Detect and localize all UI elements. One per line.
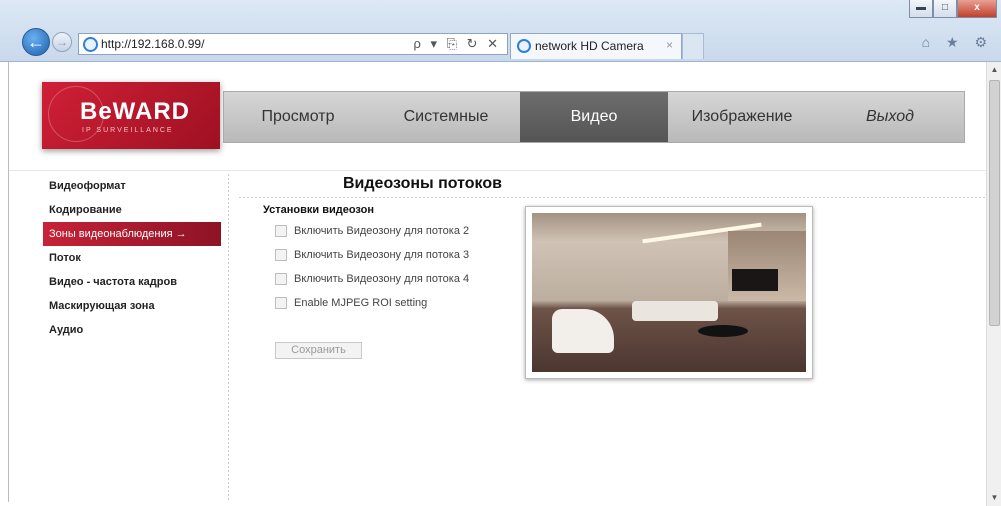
camera-preview-image: [532, 213, 806, 372]
scroll-down-icon[interactable]: ▼: [987, 490, 1001, 506]
scroll-thumb[interactable]: [989, 80, 1000, 326]
browser-chrome: ▬ □ x ← → http://192.168.0.99/ ρ ▾ ⎘ ↻ ✕…: [0, 0, 1001, 62]
checkbox-row-stream-3: Включить Видеозону для потока 3: [275, 249, 469, 261]
scene-tv: [732, 269, 778, 291]
scroll-up-icon[interactable]: ▲: [987, 62, 1001, 78]
checkbox-label: Включить Видеозону для потока 2: [294, 225, 470, 237]
maximize-button[interactable]: □: [933, 0, 957, 18]
menu-item-logout[interactable]: Выход: [816, 92, 964, 142]
checkbox-stream-2[interactable]: [275, 225, 287, 237]
section-title: Установки видеозон: [263, 204, 374, 216]
title-divider: [239, 197, 987, 198]
address-bar[interactable]: http://192.168.0.99/ ρ ▾ ⎘ ↻ ✕: [78, 33, 508, 55]
checkbox-label: Включить Видеозону для потока 3: [294, 249, 470, 261]
window-controls: ▬ □ x: [909, 0, 997, 18]
menu-item-system[interactable]: Системные: [372, 92, 520, 142]
save-button[interactable]: Сохранить: [275, 342, 362, 359]
vertical-scrollbar[interactable]: ▲ ▼: [986, 62, 1001, 506]
ie-page-icon: [83, 37, 98, 52]
close-window-button[interactable]: x: [957, 0, 997, 18]
menu-item-image[interactable]: Изображение: [668, 92, 816, 142]
checkbox-stream-3[interactable]: [275, 249, 287, 261]
minimize-button[interactable]: ▬: [909, 0, 933, 18]
web-page: BeWARD IP SURVEILLANCE Просмотр Системны…: [8, 62, 987, 502]
tab-close-icon[interactable]: ×: [666, 38, 673, 52]
tab-favicon-icon: [517, 39, 531, 53]
scene-sofa: [632, 301, 718, 321]
menu-item-video[interactable]: Видео: [520, 92, 668, 142]
new-tab-button[interactable]: [682, 33, 704, 59]
browser-tab[interactable]: network HD Camera ×: [510, 33, 682, 59]
scene-coffee-table: [698, 325, 748, 337]
checkbox-row-mjpeg-roi: Enable MJPEG ROI setting: [275, 297, 427, 309]
page-title: Видеозоны потоков: [343, 175, 502, 192]
browser-window: ▬ □ x ← → http://192.168.0.99/ ρ ▾ ⎘ ↻ ✕…: [0, 0, 1001, 506]
menu-item-view[interactable]: Просмотр: [224, 92, 372, 142]
checkbox-stream-4[interactable]: [275, 273, 287, 285]
sidebar-item-video-format[interactable]: Видеоформат: [43, 174, 221, 198]
checkbox-label: Включить Видеозону для потока 4: [294, 273, 470, 285]
checkbox-mjpeg-roi[interactable]: [275, 297, 287, 309]
home-favorites-settings-icons[interactable]: ⌂ ★ ⚙: [922, 34, 993, 51]
header-divider: [9, 170, 987, 171]
sidebar-item-privacy-mask[interactable]: Маскирующая зона: [43, 294, 221, 318]
scene-lounge-chair: [552, 309, 614, 353]
sidebar-item-encoding[interactable]: Кодирование: [43, 198, 221, 222]
address-url[interactable]: http://192.168.0.99/: [101, 37, 204, 51]
checkbox-row-stream-4: Включить Видеозону для потока 4: [275, 273, 469, 285]
page-header: BeWARD IP SURVEILLANCE Просмотр Системны…: [9, 62, 987, 162]
logo-tagline: IP SURVEILLANCE: [82, 127, 174, 134]
sidebar-item-roi-zones[interactable]: Зоны видеонаблюдения →: [43, 222, 221, 246]
logo-text: BeWARD: [80, 98, 191, 125]
forward-button[interactable]: →: [52, 32, 72, 52]
checkbox-label: Enable MJPEG ROI setting: [294, 297, 428, 309]
sidebar: Видеоформат Кодирование Зоны видеонаблюд…: [43, 174, 221, 342]
beward-logo[interactable]: BeWARD IP SURVEILLANCE: [42, 82, 220, 149]
video-preview[interactable]: [525, 206, 813, 379]
main-menu: Просмотр Системные Видео Изображение Вых…: [223, 91, 965, 143]
back-button[interactable]: ←: [22, 28, 50, 56]
tab-title: network HD Camera: [535, 39, 644, 53]
address-tools-icons[interactable]: ρ ▾ ⎘ ↻ ✕: [413, 36, 501, 52]
sidebar-item-frame-rate[interactable]: Видео - частота кадров: [43, 270, 221, 294]
sidebar-divider: [228, 174, 229, 502]
checkbox-row-stream-2: Включить Видеозону для потока 2: [275, 225, 469, 237]
sidebar-item-audio[interactable]: Аудио: [43, 318, 221, 342]
sidebar-item-stream[interactable]: Поток: [43, 246, 221, 270]
